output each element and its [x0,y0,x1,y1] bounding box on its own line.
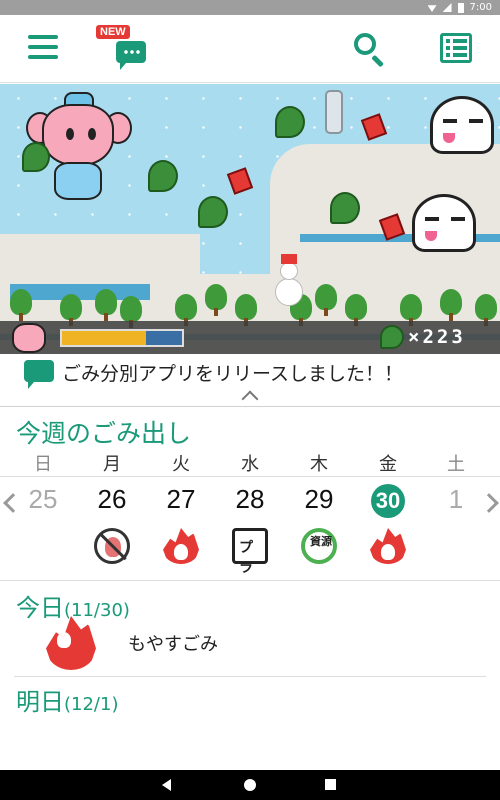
tree [235,294,257,326]
collapse-chevron-up-icon[interactable] [236,390,264,406]
recents-icon[interactable] [325,779,336,790]
list-button[interactable] [440,33,472,63]
day-26[interactable]: 26 [77,484,147,515]
tree [175,294,197,326]
tree [345,294,367,326]
week-title: 今週のごみ出し [16,419,192,448]
menu-icon [28,35,58,39]
today-title: 今日(11/30) [16,594,130,622]
leaf-count: ×223 [408,326,466,348]
dow-tue: 火 [172,454,190,475]
tree [10,289,32,321]
no-burnable-icon [94,528,130,564]
leaf-item[interactable] [330,192,360,224]
battery-icon [457,2,464,13]
search-button[interactable] [352,31,386,68]
new-badge: NEW [96,25,130,39]
tree [60,294,82,326]
day-27[interactable]: 27 [146,484,216,515]
wifi-icon [427,5,437,12]
tree [120,296,142,328]
day-28[interactable]: 28 [215,484,285,515]
mascot-character[interactable] [22,92,132,202]
burnable-fire-icon [46,616,96,670]
resource-recycle-icon: 資源 [301,528,337,564]
burnable-fire-icon [163,528,199,564]
day-25[interactable]: 25 [8,484,78,515]
leaf-item[interactable] [275,106,305,138]
signal-icon [442,3,452,12]
dow-fri: 金 [379,454,397,475]
mascot-avatar-icon [12,323,46,353]
menu-button[interactable] [28,35,58,63]
status-bar: 7:00 [0,0,500,15]
tree [315,284,337,316]
leaf-item[interactable] [198,196,228,228]
dow-thu: 木 [310,454,328,475]
leaf-icon [380,325,404,349]
news-button[interactable]: NEW [96,21,152,81]
home-icon[interactable] [244,779,256,791]
bottle-item[interactable] [325,90,343,134]
dow-sat: 土 [447,454,465,475]
news-text: ごみ分別アプリをリリースしました！！ [62,363,404,385]
snowman [272,254,306,310]
search-icon [354,33,376,55]
app-bar: NEW [0,15,500,83]
chat-bubble-icon [116,41,146,70]
leaf-icon [22,142,50,172]
day-29[interactable]: 29 [284,484,354,515]
day-30-today[interactable]: 30 [353,484,423,518]
game-area[interactable]: ×223 [0,84,500,354]
dow-sun: 日 [34,454,52,475]
garbage-ghost-enemy[interactable] [412,194,476,252]
burnable-fire-icon [370,528,406,564]
leaf-item[interactable] [148,160,178,192]
news-banner[interactable]: ごみ分別アプリをリリースしました！！ [0,354,500,389]
tomorrow-title: 明日(12/1) [16,688,119,716]
tree [400,294,422,326]
tree [475,294,497,326]
tree [440,289,462,321]
back-icon[interactable] [162,779,171,791]
day-1[interactable]: 1 [421,484,491,515]
status-time: 7:00 [469,2,492,13]
dow-mon: 月 [103,454,121,475]
tree [205,284,227,316]
garbage-ghost-enemy[interactable] [430,96,494,154]
plastic-icon: プラ [232,528,268,576]
tree [95,289,117,321]
system-nav-bar [0,770,500,800]
energy-bar [60,329,184,347]
today-garbage-type: もやすごみ [128,634,218,655]
game-hud: ×223 [0,321,500,354]
chat-bubble-icon [24,360,54,389]
dow-wed: 水 [241,454,259,475]
